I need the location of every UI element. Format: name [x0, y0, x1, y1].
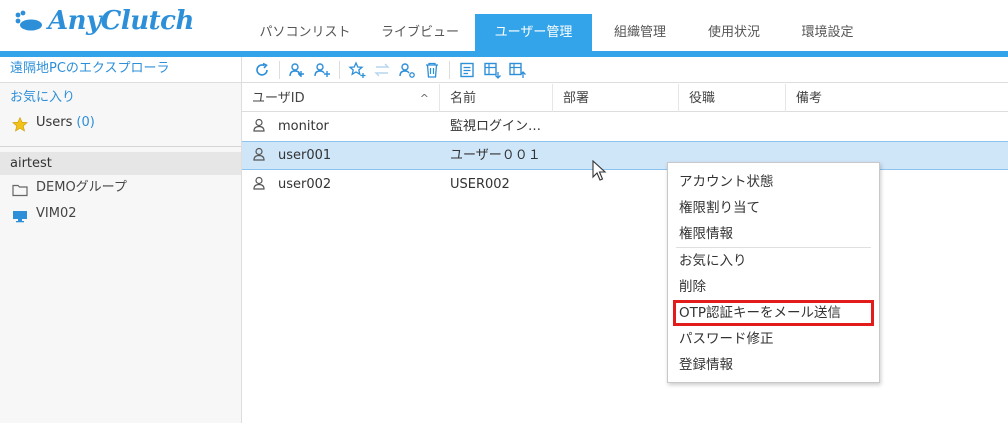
user-id-text: monitor	[278, 119, 329, 134]
col-header-title[interactable]: 役職	[679, 84, 786, 112]
menu-item-favorite[interactable]: お気に入り	[668, 248, 879, 274]
user-id-text: user002	[278, 177, 332, 192]
tab-settings[interactable]: 環境設定	[780, 14, 875, 51]
cell-name: USER002	[450, 177, 510, 192]
sort-asc-icon: ^	[419, 92, 429, 105]
tree-item-label: DEMOグループ	[36, 180, 127, 195]
context-menu: アカウント状態 権限割り当て 権限情報 お気に入り 削除 OTP認証キーをメール…	[667, 162, 880, 383]
col-header-user-id[interactable]: ユーザID ^	[242, 84, 440, 112]
table-row[interactable]: monitor 監視ログイン…	[242, 112, 1008, 141]
user-icon	[252, 143, 266, 161]
menu-item-change-password[interactable]: パスワード修正	[668, 326, 879, 352]
app-name: AnyClutch	[48, 6, 194, 36]
menu-item-account-status[interactable]: アカウント状態	[668, 169, 879, 195]
cell-user-id: user002	[242, 170, 440, 199]
table-header: ユーザID ^ 名前 部署 役職 備考	[242, 84, 1008, 112]
menu-item-permission-info[interactable]: 権限情報	[668, 221, 879, 247]
cell-name: 監視ログイン…	[450, 119, 542, 134]
remote-explorer-link[interactable]: 遠隔地PCのエクスプローラ	[0, 57, 241, 83]
menu-item-send-otp-key[interactable]: OTP認証キーをメール送信	[673, 300, 874, 326]
tab-usage[interactable]: 使用状況	[688, 14, 780, 51]
toolbar-divider	[449, 60, 450, 79]
user-id-text: user001	[278, 148, 332, 163]
user-table: ユーザID ^ 名前 部署 役職 備考 monitor 監視ログイン… user…	[242, 84, 1008, 423]
tree-item-vim02[interactable]: VIM02	[0, 201, 241, 227]
mouse-cursor-icon	[592, 159, 608, 182]
user-settings-icon[interactable]	[397, 60, 417, 80]
favorites-users-label: Users	[36, 115, 73, 130]
col-header-note[interactable]: 備考	[786, 84, 1008, 112]
transfer-icon[interactable]	[372, 60, 392, 80]
import-icon[interactable]	[482, 60, 502, 80]
tab-live-view[interactable]: ライブビュー	[365, 14, 475, 51]
favorite-add-icon[interactable]	[347, 60, 367, 80]
cell-name: ユーザー００１	[450, 148, 541, 163]
table-row-selected[interactable]: user001 ユーザー００１	[242, 141, 1008, 170]
menu-item-delete[interactable]: 削除	[668, 274, 879, 300]
menu-item-registration-info[interactable]: 登録情報	[668, 352, 879, 378]
list-icon[interactable]	[457, 60, 477, 80]
cell-user-id: monitor	[242, 112, 440, 141]
menu-item-assign-permissions[interactable]: 権限割り当て	[668, 195, 879, 221]
table-row[interactable]: user002 USER002	[242, 170, 1008, 199]
tab-org-management[interactable]: 組織管理	[592, 14, 688, 51]
toolbar-divider	[339, 60, 340, 79]
col-header-name[interactable]: 名前	[440, 84, 553, 112]
sidebar: 遠隔地PCのエクスプローラ お気に入り Users (0) airtest DE…	[0, 57, 242, 423]
header: AnyClutch パソコンリスト ライブビュー ユーザー管理 組織管理 使用状…	[0, 0, 1008, 57]
org-tree-root[interactable]: airtest	[0, 152, 241, 175]
main-tabs: パソコンリスト ライブビュー ユーザー管理 組織管理 使用状況 環境設定	[245, 14, 875, 51]
col-header-label: ユーザID	[252, 91, 305, 106]
tree-item-label: VIM02	[36, 206, 77, 221]
user-icon	[252, 114, 266, 132]
delete-icon[interactable]	[422, 60, 442, 80]
toolbar-divider	[279, 60, 280, 79]
tree-item-demo-group[interactable]: DEMOグループ	[0, 175, 241, 201]
favorites-users-count: (0)	[76, 115, 95, 130]
favorites-heading[interactable]: お気に入り	[0, 83, 241, 110]
tab-pc-list[interactable]: パソコンリスト	[245, 14, 365, 51]
refresh-icon[interactable]	[252, 60, 272, 80]
col-header-dept[interactable]: 部署	[553, 84, 679, 112]
sidebar-divider	[0, 146, 241, 147]
add-group-icon[interactable]	[287, 60, 307, 80]
export-icon[interactable]	[507, 60, 527, 80]
folder-icon	[12, 181, 28, 197]
add-user-icon[interactable]	[312, 60, 332, 80]
app-window: AnyClutch パソコンリスト ライブビュー ユーザー管理 組織管理 使用状…	[0, 0, 1008, 423]
monitor-icon	[12, 207, 28, 223]
tab-user-management[interactable]: ユーザー管理	[475, 14, 592, 51]
app-logo[interactable]: AnyClutch	[14, 6, 194, 36]
star-icon	[12, 116, 28, 132]
favorites-users-item[interactable]: Users (0)	[0, 110, 241, 136]
logo-mark-icon	[14, 10, 44, 32]
cell-user-id: user001	[242, 141, 440, 170]
user-toolbar	[242, 57, 1008, 83]
user-icon	[252, 172, 266, 190]
